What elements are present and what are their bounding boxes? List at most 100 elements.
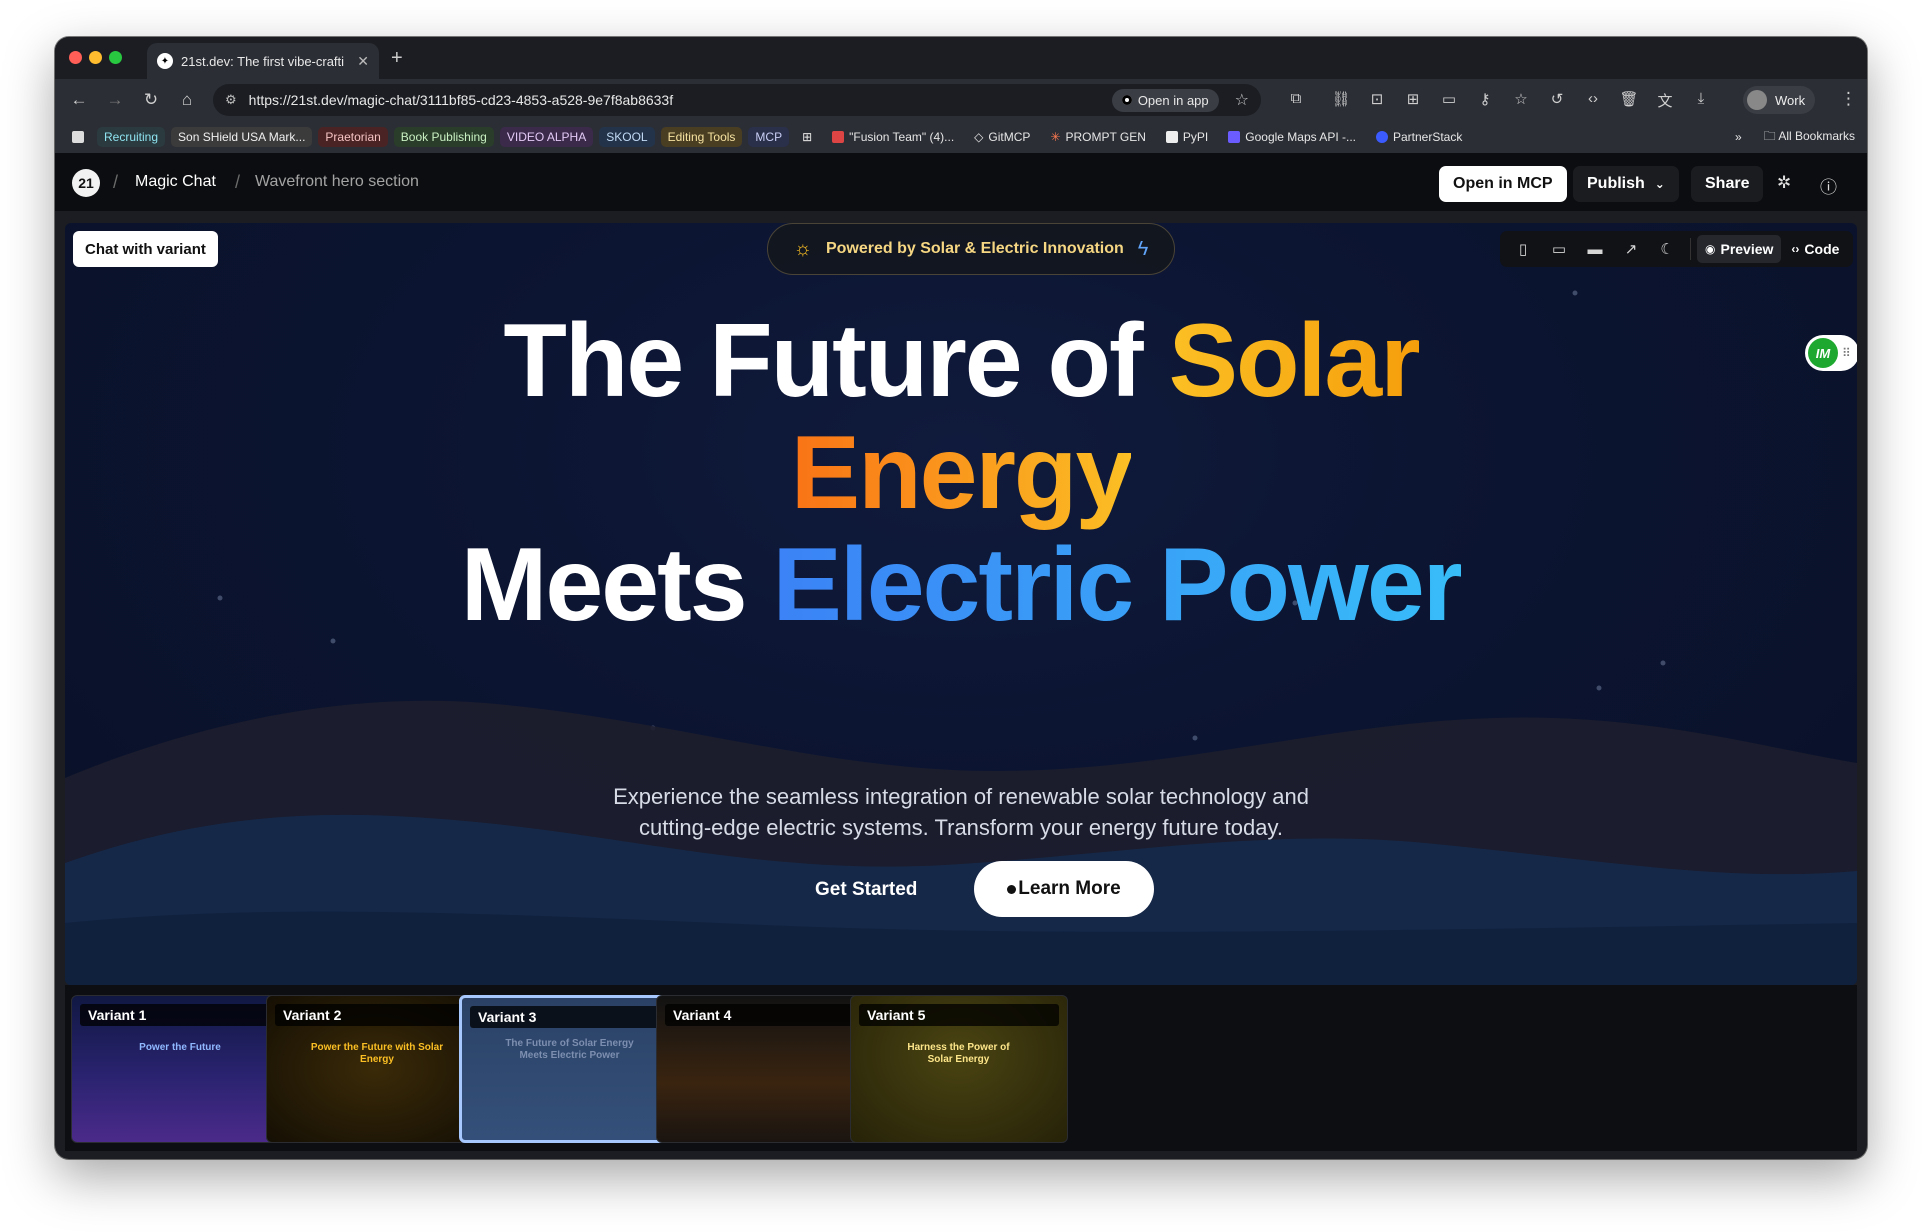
bookmark-link[interactable]: ✳ PROMPT GEN	[1043, 127, 1153, 147]
all-bookmarks-label: All Bookmarks	[1778, 128, 1855, 143]
extensions-icon[interactable]: ⧉	[1286, 90, 1306, 107]
bookmark-folder[interactable]: SKOOL	[599, 127, 655, 147]
bookmark-folder[interactable]: Son SHield USA Mark...	[171, 127, 313, 147]
desktop-view-icon[interactable]: ▬	[1578, 235, 1612, 263]
bookmark-folder[interactable]: MCP	[748, 127, 790, 147]
close-window-button[interactable]	[69, 51, 82, 64]
capture-icon[interactable]: ⊡	[1367, 90, 1387, 108]
devices-icon[interactable]: ▭	[1439, 90, 1459, 108]
variant-thumb-title: Harness the Power of Solar Energy	[907, 1042, 1010, 1065]
open-in-app-button[interactable]: Open in app	[1111, 88, 1219, 112]
view-toolbar: ▯ ▭ ▬ ↗ ☾ ◉ Preview ‹› Code	[1500, 231, 1854, 267]
share-button[interactable]: Share	[1691, 166, 1764, 202]
key-icon[interactable]: ⚷	[1475, 90, 1495, 108]
browser-toolbar: ← → ↻ ⌂ ⚙ https://21st.dev/magic-chat/31…	[55, 79, 1867, 121]
ext-grid-icon[interactable]: ⊞	[1403, 90, 1423, 108]
bookmark-link[interactable]: Google Maps API -...	[1221, 127, 1363, 147]
more-bookmarks-icon[interactable]: »	[1735, 130, 1742, 144]
forward-icon[interactable]: →	[103, 88, 127, 112]
profile-button[interactable]: Work	[1743, 86, 1816, 114]
code-tab-label: Code	[1804, 241, 1840, 257]
variants-strip: Variant 1 Power the Future Variant 2 Pow…	[65, 985, 1857, 1151]
maps-icon	[1228, 131, 1241, 143]
translate-icon[interactable]: 文	[1655, 90, 1675, 111]
close-tab-icon[interactable]: ✕	[357, 53, 369, 70]
breadcrumb-project[interactable]: Magic Chat	[135, 173, 216, 191]
app-header: 21 / Magic Chat / Wavefront hero section…	[55, 153, 1867, 211]
bookmark-link-label: PROMPT GEN	[1065, 130, 1146, 144]
back-icon[interactable]: ←	[67, 88, 91, 112]
dot-icon	[1007, 884, 1017, 894]
avatar	[1747, 90, 1767, 110]
bookmark-star-icon[interactable]: ☆	[1235, 90, 1249, 110]
home-icon[interactable]: ⌂	[175, 88, 199, 112]
variant-card[interactable]: Variant 4	[656, 995, 874, 1143]
variant-card[interactable]: Variant 2 Power the Future with Solar En…	[266, 995, 484, 1143]
publish-button[interactable]: Publish ⌄	[1573, 166, 1679, 202]
code-icon: ‹›	[1791, 242, 1800, 256]
get-started-button[interactable]: Get Started	[795, 863, 937, 917]
bug-icon[interactable]: ✲	[1777, 173, 1791, 193]
browser-tab[interactable]: ✦ 21st.dev: The first vibe-crafti ✕	[147, 43, 379, 79]
trash-icon[interactable]: 🗑	[1619, 90, 1639, 108]
variant-thumb-title: The Future of Solar Energy Meets Electri…	[505, 1038, 634, 1061]
gitmcp-icon: ◇	[974, 130, 984, 144]
bookmark-folder[interactable]: Book Publishing	[393, 127, 494, 147]
partnerstack-icon	[1375, 131, 1388, 143]
bookmark-folder[interactable]: Recruiting	[97, 127, 166, 147]
learn-more-button[interactable]: Learn More	[974, 861, 1154, 917]
variant-card[interactable]: Variant 1 Power the Future	[71, 995, 289, 1143]
bookmark-link[interactable]: ◇ GitMCP	[967, 127, 1037, 147]
bookmark-link[interactable]: PartnerStack	[1369, 127, 1469, 147]
dark-mode-icon[interactable]: ☾	[1650, 235, 1684, 263]
bookmark-link-label: GitMCP	[988, 130, 1031, 144]
menu-kebab-icon[interactable]: ⋮	[1840, 89, 1857, 109]
preview-tab[interactable]: ◉ Preview	[1697, 235, 1782, 263]
all-bookmarks-button[interactable]: 🗀 All Bookmarks	[1764, 127, 1855, 148]
pypi-icon	[1165, 131, 1178, 143]
open-in-mcp-button[interactable]: Open in MCP	[1439, 166, 1567, 202]
hero-subtitle-line: Experience the seamless integration of r…	[613, 784, 1309, 809]
hero-title-white: The Future of	[503, 303, 1169, 419]
variant-card[interactable]: Variant 5 Harness the Power of Solar Ene…	[850, 995, 1068, 1143]
breadcrumb-separator: /	[113, 172, 119, 192]
site-settings-icon[interactable]: ⚙	[225, 92, 237, 108]
breadcrumb-separator: /	[235, 172, 241, 192]
download-icon[interactable]: ⤓	[1691, 90, 1711, 107]
bookmark-folder[interactable]: Editing Tools	[660, 127, 743, 147]
hero-title-line-3: Meets Electric Power	[65, 533, 1857, 637]
new-tab-button[interactable]: +	[391, 47, 403, 70]
breadcrumb-page[interactable]: Wavefront hero section	[255, 173, 419, 191]
gmail-icon	[832, 131, 845, 143]
url-text[interactable]: https://21st.dev/magic-chat/3111bf85-cd2…	[249, 92, 1112, 108]
favorites-icon[interactable]: ☆	[1511, 90, 1531, 108]
tab-title: 21st.dev: The first vibe-crafti	[181, 53, 345, 69]
open-in-app-label: Open in app	[1137, 92, 1209, 108]
help-icon[interactable]: ⓘ	[1820, 173, 1837, 198]
app-logo[interactable]: 21	[72, 169, 100, 197]
code-icon[interactable]: ‹›	[1583, 90, 1603, 107]
variant-card[interactable]: Variant 3 The Future of Solar Energy Mee…	[459, 995, 677, 1143]
zoom-window-button[interactable]	[109, 51, 122, 64]
minimize-window-button[interactable]	[89, 51, 102, 64]
bookmark-folder[interactable]: Praetorian	[318, 127, 388, 147]
open-external-icon[interactable]: ↗	[1614, 235, 1648, 263]
bookmark-apps-icon[interactable]	[65, 128, 91, 146]
tablet-view-icon[interactable]: ▭	[1542, 235, 1576, 263]
bookmark-link-label: PartnerStack	[1392, 130, 1463, 144]
mobile-view-icon[interactable]: ▯	[1506, 235, 1540, 263]
variant-label: Variant 1	[80, 1004, 280, 1026]
bookmark-link[interactable]: "Fusion Team" (4)...	[825, 127, 961, 147]
variant-label: Variant 3	[470, 1006, 666, 1028]
history-icon[interactable]: ↺	[1547, 90, 1567, 108]
bookmark-folder[interactable]: VIDEO ALPHA	[499, 127, 594, 147]
link-icon[interactable]: ⛓	[1331, 90, 1351, 108]
folder-icon: 🗀	[1763, 128, 1779, 143]
address-bar[interactable]: ⚙ https://21st.dev/magic-chat/3111bf85-c…	[213, 84, 1261, 116]
bookmark-grid-icon[interactable]: ⊞	[795, 127, 819, 147]
chat-with-variant-button[interactable]: Chat with variant	[73, 231, 218, 267]
code-tab[interactable]: ‹› Code	[1783, 235, 1847, 263]
bookmark-link[interactable]: PyPI	[1159, 127, 1215, 147]
reload-icon[interactable]: ↻	[139, 88, 163, 112]
announcement-pill: ☼ Powered by Solar & Electric Innovation…	[767, 223, 1175, 275]
